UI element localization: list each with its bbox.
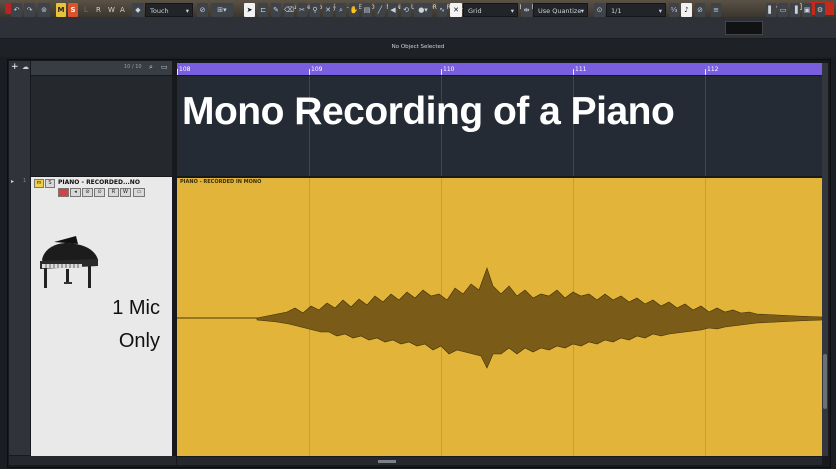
time-warp-tool-icon[interactable]: ⟲ — [401, 3, 411, 17]
chevron-down-icon: ▾ — [580, 7, 584, 15]
quantize-value: 1/1 — [611, 7, 622, 15]
horizontal-scrollbar[interactable] — [177, 457, 822, 465]
mic-note: 1 Mic Only — [60, 292, 160, 358]
read-button[interactable]: R — [96, 3, 104, 17]
track-presets-icon[interactable]: ☁ — [22, 63, 32, 72]
mute-tool-icon[interactable]: ✕ — [323, 3, 333, 17]
solo-button[interactable]: S — [68, 3, 78, 17]
selection-status: No Object Selected — [391, 44, 445, 50]
bar-label: 109 — [311, 66, 323, 73]
channel-settings-icon[interactable]: ▭ — [133, 188, 145, 197]
iterative-quantize-icon[interactable]: ⅓ — [669, 3, 679, 17]
quantize-mode-dropdown[interactable]: Use Quantize ▾ — [533, 3, 588, 17]
draw-tool-icon[interactable]: ✎ — [271, 3, 281, 17]
level-meter — [725, 21, 763, 35]
track-solo-button[interactable]: S — [45, 179, 55, 188]
bar-label: 110 — [443, 66, 455, 73]
read-automation-button[interactable]: R — [108, 188, 119, 197]
search-icon[interactable]: ⌕ — [149, 63, 158, 72]
lower-zone-icon[interactable]: ▭ — [778, 3, 788, 17]
mute-button[interactable]: M — [56, 3, 66, 17]
quantize-mode-value: Use Quantize — [538, 7, 582, 15]
right-zone-icon[interactable]: ▐ — [790, 3, 800, 17]
line-tool-icon[interactable]: ╱ — [375, 3, 385, 17]
track-visibility-icon[interactable]: ▭ — [161, 63, 170, 72]
monitor-button[interactable]: ◂ — [70, 188, 81, 197]
bar-label: 111 — [575, 66, 587, 73]
quantize-value-dropdown[interactable]: 1/1 ▾ — [606, 3, 666, 17]
range-tool-icon[interactable]: ⊏ — [258, 3, 268, 17]
ruler-tick — [705, 69, 706, 75]
write-button[interactable]: W — [108, 3, 116, 17]
chevron-down-icon: ▾ — [185, 7, 189, 15]
snap-type-value: Grid — [468, 7, 482, 15]
track-number: 1 — [23, 178, 27, 184]
audio-event-name: PIANO - RECORDED IN MONO — [180, 179, 262, 185]
color-palette-icon[interactable]: ≡ — [711, 3, 721, 17]
ruler-tick — [573, 69, 574, 75]
window-layout-icon[interactable]: ⚙ — [815, 3, 825, 17]
snap-type-dropdown[interactable]: Grid ▾ — [463, 3, 518, 17]
object-selection-tool-icon[interactable]: ➤ — [244, 3, 255, 17]
split-tool-icon[interactable]: ✂ — [297, 3, 307, 17]
undo-button[interactable]: ↶ — [11, 3, 22, 17]
quantize-icon[interactable]: ⊙ — [594, 3, 605, 17]
track-mute-button[interactable]: m — [34, 179, 44, 188]
write-automation-button[interactable]: W — [120, 188, 131, 197]
track-list-bottom-bar — [9, 456, 176, 465]
automation-mode-icon[interactable]: ◆ — [132, 3, 144, 17]
headline-overlay: Mono Recording of a Piano — [182, 90, 675, 133]
ruler-tick — [309, 69, 310, 75]
lock-icon[interactable]: ⊙ — [94, 188, 105, 197]
listen-button[interactable]: L — [84, 3, 92, 17]
mic-note-line2: Only — [118, 330, 160, 352]
redo-button[interactable]: ↷ — [24, 3, 35, 17]
auto-scroll-icon[interactable]: ⊘ — [197, 3, 208, 17]
left-zone-icon[interactable]: ▌ — [766, 3, 776, 17]
nudge-icon[interactable]: ⊘ — [695, 3, 705, 17]
hand-tool-icon[interactable]: ✋ — [349, 3, 359, 17]
ruler-tick — [441, 69, 442, 75]
automation-a-button[interactable]: A — [120, 3, 128, 17]
track-name[interactable]: PIANO - RECORDED...NO — [58, 179, 140, 186]
snap-to-zero-crossing-icon[interactable]: ∿ — [437, 3, 447, 17]
automation-mode-value: Touch — [150, 7, 169, 15]
horizontal-scroll-thumb[interactable] — [378, 460, 396, 463]
grid-relative-icon[interactable]: ⇹ — [521, 3, 532, 17]
comp-tool-icon[interactable]: ▤ — [362, 3, 372, 17]
apply-quantize-icon[interactable]: ♪ — [681, 3, 692, 17]
track-list-empty-area — [31, 76, 172, 176]
grand-piano-icon — [40, 236, 98, 288]
zoom-tool-icon[interactable]: ⌕ — [336, 3, 346, 17]
bar-label: 112 — [707, 66, 719, 73]
chevron-down-icon: ▾ — [510, 7, 514, 15]
snap-mode-icon[interactable]: ⊞▾ — [211, 3, 233, 17]
record-enable-button[interactable] — [58, 188, 69, 197]
chevron-down-icon: ▾ — [658, 7, 662, 15]
snap-on-icon[interactable]: ✕ — [450, 3, 462, 17]
play-tool-icon[interactable]: ◀ — [388, 3, 398, 17]
bar-label: 108 — [179, 66, 191, 73]
track-count: 10 / 10 — [124, 64, 142, 70]
inspector-strip — [9, 61, 30, 455]
automation-mode-dropdown[interactable]: Touch ▾ — [145, 3, 193, 17]
toolbar — [0, 17, 836, 39]
erase-tool-icon[interactable]: ⌫ — [284, 3, 294, 17]
track-expand-icon[interactable]: ▸ — [11, 178, 19, 185]
timeline-ruler[interactable] — [177, 63, 822, 75]
ruler-tick — [177, 69, 178, 75]
color-tool-icon[interactable]: ●▾ — [414, 3, 432, 17]
mic-note-line1: 1 Mic — [112, 297, 160, 319]
add-track-icon[interactable]: + — [11, 63, 20, 72]
waveform — [177, 267, 822, 369]
transport-icon[interactable]: ▣ — [802, 3, 812, 17]
constrain-delay-icon[interactable]: ⊚ — [38, 3, 50, 17]
glue-tool-icon[interactable]: ⚲ — [310, 3, 320, 17]
vertical-scroll-thumb[interactable] — [823, 354, 827, 409]
timebase-icon[interactable]: ⊘ — [82, 188, 93, 197]
